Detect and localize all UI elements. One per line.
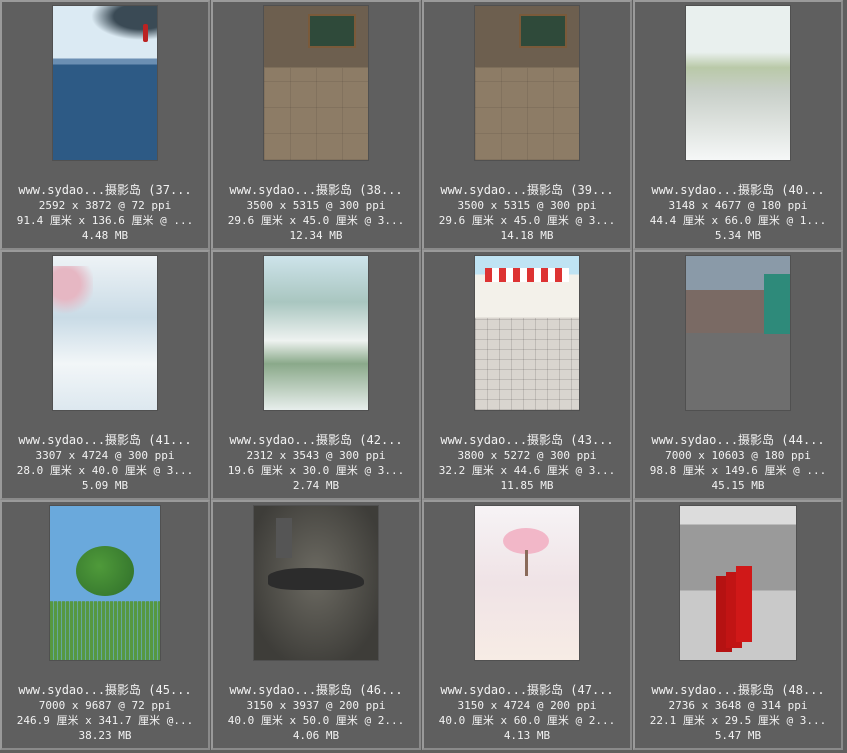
- print-size: 40.0 厘米 x 60.0 厘米 @ 2...: [438, 714, 616, 727]
- file-info: www.sydao...摄影岛 (38... 3500 x 5315 @ 300…: [213, 182, 419, 243]
- file-info: www.sydao...摄影岛 (42... 2312 x 3543 @ 300…: [213, 432, 419, 493]
- thumbnail-image[interactable]: [680, 506, 796, 660]
- thumbnail-image[interactable]: [264, 6, 368, 160]
- pixel-dimensions: 3500 x 5315 @ 300 ppi: [457, 199, 597, 212]
- thumbnail-item[interactable]: www.sydao...摄影岛 (38... 3500 x 5315 @ 300…: [211, 0, 421, 250]
- file-info: www.sydao...摄影岛 (44... 7000 x 10603 @ 18…: [635, 432, 841, 493]
- file-name: www.sydao...摄影岛 (40...: [651, 183, 825, 197]
- print-size: 22.1 厘米 x 29.5 厘米 @ 3...: [649, 714, 827, 727]
- thumbnail-grid: www.sydao...摄影岛 (37... 2592 x 3872 @ 72 …: [0, 0, 847, 753]
- thumbnail-image[interactable]: [686, 256, 790, 410]
- file-size: 38.23 MB: [78, 729, 132, 742]
- file-size: 4.06 MB: [292, 729, 340, 742]
- thumbnail-item[interactable]: www.sydao...摄影岛 (40... 3148 x 4677 @ 180…: [633, 0, 843, 250]
- thumbnail-frame: [635, 5, 841, 161]
- thumbnail-image[interactable]: [254, 506, 378, 660]
- pixel-dimensions: 7000 x 9687 @ 72 ppi: [38, 699, 172, 712]
- file-size: 5.47 MB: [714, 729, 762, 742]
- thumbnail-item[interactable]: www.sydao...摄影岛 (45... 7000 x 9687 @ 72 …: [0, 500, 210, 750]
- thumbnail-item[interactable]: www.sydao...摄影岛 (46... 3150 x 3937 @ 200…: [211, 500, 421, 750]
- thumbnail-item[interactable]: www.sydao...摄影岛 (39... 3500 x 5315 @ 300…: [422, 0, 632, 250]
- file-name: www.sydao...摄影岛 (44...: [651, 433, 825, 447]
- thumbnail-frame: [2, 505, 208, 661]
- print-size: 29.6 厘米 x 45.0 厘米 @ 3...: [438, 214, 616, 227]
- file-info: www.sydao...摄影岛 (46... 3150 x 3937 @ 200…: [213, 682, 419, 743]
- file-name: www.sydao...摄影岛 (43...: [440, 433, 614, 447]
- file-size: 14.18 MB: [500, 229, 554, 242]
- print-size: 28.0 厘米 x 40.0 厘米 @ 3...: [16, 464, 194, 477]
- pixel-dimensions: 2736 x 3648 @ 314 ppi: [668, 699, 808, 712]
- file-size: 5.09 MB: [81, 479, 129, 492]
- thumbnail-item[interactable]: www.sydao...摄影岛 (37... 2592 x 3872 @ 72 …: [0, 0, 210, 250]
- pixel-dimensions: 3500 x 5315 @ 300 ppi: [246, 199, 386, 212]
- file-name: www.sydao...摄影岛 (37...: [18, 183, 192, 197]
- file-size: 5.34 MB: [714, 229, 762, 242]
- file-name: www.sydao...摄影岛 (47...: [440, 683, 614, 697]
- thumbnail-frame: [635, 505, 841, 661]
- print-size: 44.4 厘米 x 66.0 厘米 @ 1...: [649, 214, 827, 227]
- file-size: 4.13 MB: [503, 729, 551, 742]
- file-info: www.sydao...摄影岛 (40... 3148 x 4677 @ 180…: [635, 182, 841, 243]
- thumbnail-image[interactable]: [264, 256, 368, 410]
- pixel-dimensions: 7000 x 10603 @ 180 ppi: [665, 449, 811, 462]
- thumbnail-item[interactable]: www.sydao...摄影岛 (41... 3307 x 4724 @ 300…: [0, 250, 210, 500]
- pixel-dimensions: 3148 x 4677 @ 180 ppi: [668, 199, 808, 212]
- print-size: 246.9 厘米 x 341.7 厘米 @...: [16, 714, 194, 727]
- file-name: www.sydao...摄影岛 (38...: [229, 183, 403, 197]
- file-name: www.sydao...摄影岛 (46...: [229, 683, 403, 697]
- file-name: www.sydao...摄影岛 (45...: [18, 683, 192, 697]
- thumbnail-image[interactable]: [475, 6, 579, 160]
- thumbnail-item[interactable]: www.sydao...摄影岛 (44... 7000 x 10603 @ 18…: [633, 250, 843, 500]
- pixel-dimensions: 3307 x 4724 @ 300 ppi: [35, 449, 175, 462]
- file-size: 2.74 MB: [292, 479, 340, 492]
- file-name: www.sydao...摄影岛 (48...: [651, 683, 825, 697]
- file-name: www.sydao...摄影岛 (42...: [229, 433, 403, 447]
- file-size: 12.34 MB: [289, 229, 343, 242]
- thumbnail-frame: [424, 5, 630, 161]
- file-size: 11.85 MB: [500, 479, 554, 492]
- thumbnail-item[interactable]: www.sydao...摄影岛 (43... 3800 x 5272 @ 300…: [422, 250, 632, 500]
- thumbnail-frame: [2, 5, 208, 161]
- pixel-dimensions: 3150 x 3937 @ 200 ppi: [246, 699, 386, 712]
- file-info: www.sydao...摄影岛 (47... 3150 x 4724 @ 200…: [424, 682, 630, 743]
- file-info: www.sydao...摄影岛 (37... 2592 x 3872 @ 72 …: [2, 182, 208, 243]
- file-info: www.sydao...摄影岛 (41... 3307 x 4724 @ 300…: [2, 432, 208, 493]
- thumbnail-item[interactable]: www.sydao...摄影岛 (42... 2312 x 3543 @ 300…: [211, 250, 421, 500]
- thumbnail-image[interactable]: [686, 6, 790, 160]
- pixel-dimensions: 3150 x 4724 @ 200 ppi: [457, 699, 597, 712]
- thumbnail-item[interactable]: www.sydao...摄影岛 (47... 3150 x 4724 @ 200…: [422, 500, 632, 750]
- thumbnail-frame: [424, 505, 630, 661]
- file-size: 4.48 MB: [81, 229, 129, 242]
- print-size: 98.8 厘米 x 149.6 厘米 @ ...: [649, 464, 827, 477]
- print-size: 40.0 厘米 x 50.0 厘米 @ 2...: [227, 714, 405, 727]
- file-info: www.sydao...摄影岛 (45... 7000 x 9687 @ 72 …: [2, 682, 208, 743]
- print-size: 91.4 厘米 x 136.6 厘米 @ ...: [16, 214, 194, 227]
- pixel-dimensions: 2312 x 3543 @ 300 ppi: [246, 449, 386, 462]
- thumbnail-image[interactable]: [475, 506, 579, 660]
- thumbnail-frame: [424, 255, 630, 411]
- file-size: 45.15 MB: [711, 479, 765, 492]
- thumbnail-image[interactable]: [475, 256, 579, 410]
- thumbnail-frame: [213, 5, 419, 161]
- file-name: www.sydao...摄影岛 (39...: [440, 183, 614, 197]
- pixel-dimensions: 2592 x 3872 @ 72 ppi: [38, 199, 172, 212]
- thumbnail-frame: [213, 505, 419, 661]
- thumbnail-frame: [2, 255, 208, 411]
- print-size: 19.6 厘米 x 30.0 厘米 @ 3...: [227, 464, 405, 477]
- thumbnail-item[interactable]: www.sydao...摄影岛 (48... 2736 x 3648 @ 314…: [633, 500, 843, 750]
- thumbnail-image[interactable]: [53, 6, 157, 160]
- pixel-dimensions: 3800 x 5272 @ 300 ppi: [457, 449, 597, 462]
- thumbnail-frame: [635, 255, 841, 411]
- file-info: www.sydao...摄影岛 (43... 3800 x 5272 @ 300…: [424, 432, 630, 493]
- file-info: www.sydao...摄影岛 (48... 2736 x 3648 @ 314…: [635, 682, 841, 743]
- print-size: 29.6 厘米 x 45.0 厘米 @ 3...: [227, 214, 405, 227]
- file-info: www.sydao...摄影岛 (39... 3500 x 5315 @ 300…: [424, 182, 630, 243]
- file-name: www.sydao...摄影岛 (41...: [18, 433, 192, 447]
- thumbnail-frame: [213, 255, 419, 411]
- print-size: 32.2 厘米 x 44.6 厘米 @ 3...: [438, 464, 616, 477]
- thumbnail-image[interactable]: [50, 506, 160, 660]
- thumbnail-image[interactable]: [53, 256, 157, 410]
